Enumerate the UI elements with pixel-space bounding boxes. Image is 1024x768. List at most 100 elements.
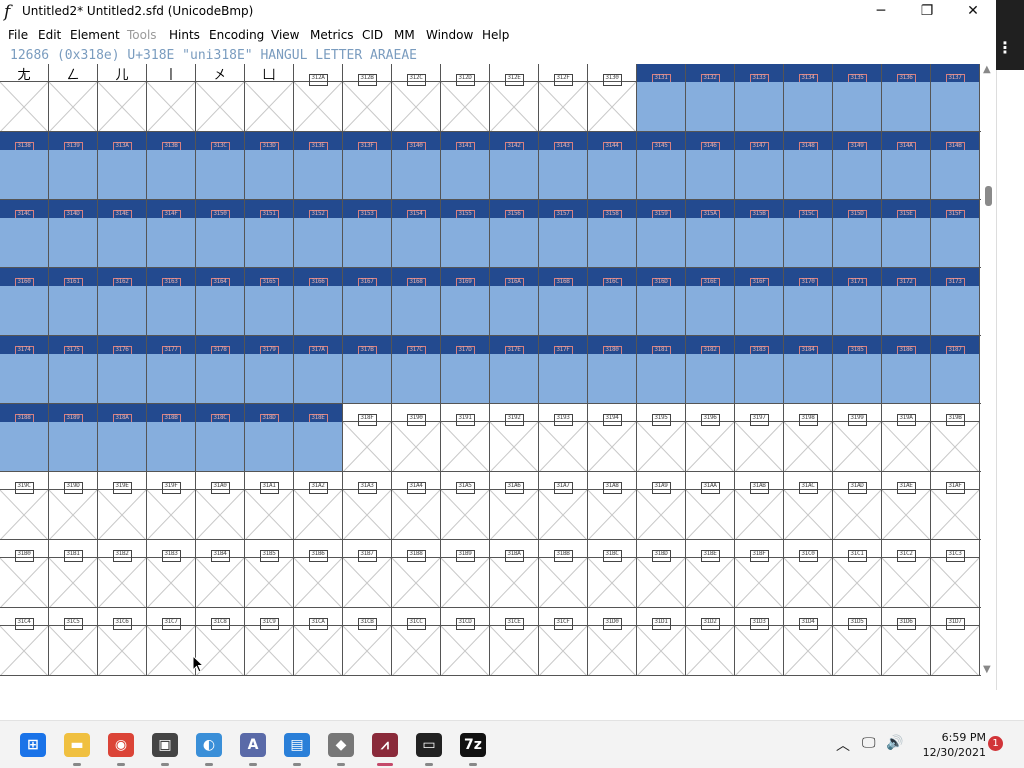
glyph-cell[interactable]: 316C <box>588 268 637 336</box>
glyph-cell[interactable]: 31A3 <box>343 472 392 540</box>
glyph-cell[interactable]: 3153 <box>343 200 392 268</box>
glyph-cell[interactable]: 3192 <box>490 404 539 472</box>
glyph-cell[interactable]: 312E <box>490 64 539 132</box>
glyph-cell[interactable]: 3190 <box>392 404 441 472</box>
glyph-cell[interactable]: 31BD <box>637 540 686 608</box>
glyph-cell[interactable]: 313B <box>147 132 196 200</box>
glyph-cell[interactable]: 31C1 <box>833 540 882 608</box>
glyph-cell[interactable]: 3177 <box>147 336 196 404</box>
glyph-cell[interactable]: 318C <box>196 404 245 472</box>
glyph-cell[interactable]: 31C4 <box>0 608 49 676</box>
glyph-cell[interactable]: 3139 <box>49 132 98 200</box>
glyph-cell[interactable]: 315F <box>931 200 980 268</box>
glyph-cell[interactable]: 317B <box>343 336 392 404</box>
glyph-cell[interactable]: 3131 <box>637 64 686 132</box>
glyph-cell[interactable]: 316A <box>490 268 539 336</box>
glyph-cell[interactable]: 31BB <box>539 540 588 608</box>
glyph-cell[interactable]: 31C7 <box>147 608 196 676</box>
background-window[interactable]: gn ⊏ <box>996 0 1024 690</box>
glyph-cell[interactable]: 318E <box>294 404 343 472</box>
glyph-cell[interactable]: 314C <box>0 200 49 268</box>
glyph-cell[interactable]: 凵 <box>245 64 294 132</box>
glyph-cell[interactable]: 315C <box>784 200 833 268</box>
glyph-cell[interactable]: 31B9 <box>441 540 490 608</box>
glyph-cell[interactable]: 31CB <box>343 608 392 676</box>
terminal-icon[interactable]: ▭ <box>416 733 442 757</box>
glyph-cell[interactable]: 3136 <box>882 64 931 132</box>
glyph-cell[interactable]: 31AC <box>784 472 833 540</box>
glyph-cell[interactable]: 31AA <box>686 472 735 540</box>
glyph-cell[interactable]: 31CD <box>441 608 490 676</box>
glyph-cell[interactable]: 312C <box>392 64 441 132</box>
glyph-cell[interactable]: 31B3 <box>147 540 196 608</box>
glyph-cell[interactable]: 314D <box>49 200 98 268</box>
glyph-cell[interactable]: 31D7 <box>931 608 980 676</box>
scroll-up-icon[interactable]: ▲ <box>983 64 991 75</box>
glyph-cell[interactable]: 3152 <box>294 200 343 268</box>
glyph-cell[interactable]: 3194 <box>588 404 637 472</box>
glyph-cell[interactable]: 㐅 <box>196 64 245 132</box>
glyph-cell[interactable]: 31CA <box>294 608 343 676</box>
glyph-cell[interactable]: 丨 <box>147 64 196 132</box>
glyph-cell[interactable]: 3137 <box>931 64 980 132</box>
glyph-cell[interactable]: 3154 <box>392 200 441 268</box>
glyph-cell[interactable]: 儿 <box>98 64 147 132</box>
glyph-cell[interactable]: 3163 <box>147 268 196 336</box>
glyph-cell[interactable]: 3145 <box>637 132 686 200</box>
glyph-cell[interactable]: 317F <box>539 336 588 404</box>
menu-element[interactable]: Element <box>70 28 120 42</box>
glyph-cell[interactable]: 3196 <box>686 404 735 472</box>
glyph-cell[interactable]: 3130 <box>588 64 637 132</box>
glyph-cell[interactable]: 31BE <box>686 540 735 608</box>
glyph-cell[interactable]: 31AB <box>735 472 784 540</box>
glyph-cell[interactable]: 316E <box>686 268 735 336</box>
glyph-cell[interactable]: 319E <box>98 472 147 540</box>
glyph-cell[interactable]: 31AF <box>931 472 980 540</box>
menu-encoding[interactable]: Encoding <box>209 28 264 42</box>
scroll-down-icon[interactable]: ▼ <box>983 664 991 675</box>
glyph-cell[interactable]: 315D <box>833 200 882 268</box>
glyph-cell[interactable]: 3167 <box>343 268 392 336</box>
glyph-cell[interactable]: 315B <box>735 200 784 268</box>
glyph-cell[interactable]: 3147 <box>735 132 784 200</box>
glyph-cell[interactable]: 314A <box>882 132 931 200</box>
cloud-app-icon[interactable]: ◆ <box>328 733 354 757</box>
notification-badge[interactable]: 1 <box>988 736 1003 751</box>
glyph-cell[interactable]: 3198 <box>784 404 833 472</box>
glyph-cell[interactable]: 31B0 <box>0 540 49 608</box>
glyph-cell[interactable]: 3185 <box>833 336 882 404</box>
glyph-cell[interactable]: 31D3 <box>735 608 784 676</box>
glyph-cell[interactable]: 3161 <box>49 268 98 336</box>
glyph-cell[interactable]: 3156 <box>490 200 539 268</box>
glyph-cell[interactable]: 31A6 <box>490 472 539 540</box>
glyph-cell[interactable]: 31CC <box>392 608 441 676</box>
glyph-cell[interactable]: 3150 <box>196 200 245 268</box>
glyph-cell[interactable]: 3143 <box>539 132 588 200</box>
glyph-cell[interactable]: 31C9 <box>245 608 294 676</box>
glyph-cell[interactable]: 3188 <box>0 404 49 472</box>
glyph-cell[interactable]: 31D5 <box>833 608 882 676</box>
glyph-cell[interactable]: 尢 <box>0 64 49 132</box>
scrollbar-thumb[interactable] <box>985 186 992 206</box>
maximize-button[interactable]: ❐ <box>904 0 950 24</box>
glyph-cell[interactable]: 317E <box>490 336 539 404</box>
glyph-cell[interactable]: 31AD <box>833 472 882 540</box>
glyph-cell[interactable]: 31A4 <box>392 472 441 540</box>
glyph-cell[interactable]: 3149 <box>833 132 882 200</box>
glyph-cell[interactable]: 312A <box>294 64 343 132</box>
glyph-cell[interactable]: 313A <box>98 132 147 200</box>
menu-hints[interactable]: Hints <box>169 28 200 42</box>
glyph-cell[interactable]: 3168 <box>392 268 441 336</box>
glyph-cell[interactable]: ㄥ <box>49 64 98 132</box>
glyph-cell[interactable]: 31B2 <box>98 540 147 608</box>
glyph-cell[interactable]: 319F <box>147 472 196 540</box>
glyph-cell[interactable]: 31B7 <box>343 540 392 608</box>
glyph-cell[interactable]: 31A7 <box>539 472 588 540</box>
glyph-cell[interactable]: 3197 <box>735 404 784 472</box>
volume-icon[interactable]: 🔊 <box>886 735 903 751</box>
glyph-cell[interactable]: 312F <box>539 64 588 132</box>
glyph-cell[interactable]: 31A8 <box>588 472 637 540</box>
menu-view[interactable]: View <box>271 28 299 42</box>
glyph-cell[interactable]: 316F <box>735 268 784 336</box>
network-icon[interactable]: 🖵 <box>862 735 876 751</box>
